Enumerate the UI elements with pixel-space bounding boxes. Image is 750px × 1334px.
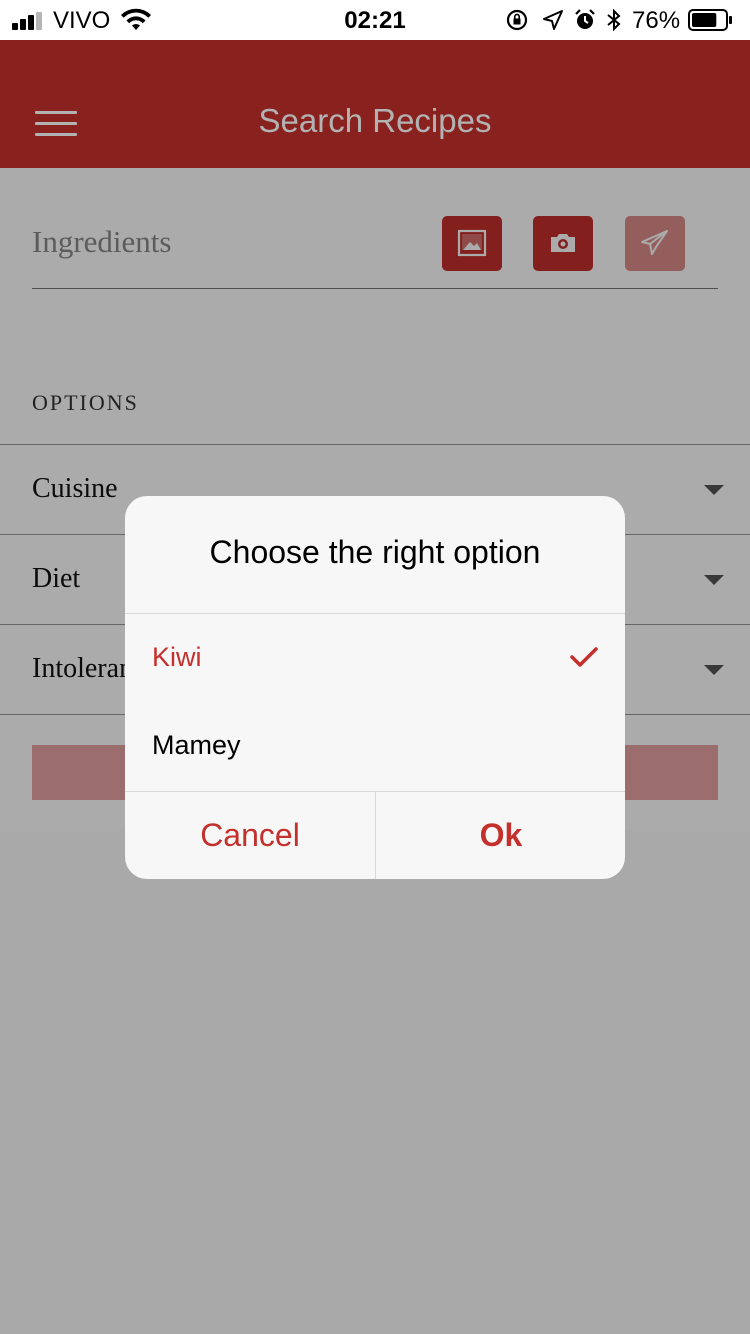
cancel-button[interactable]: Cancel [125,792,375,879]
option-picker-dialog: Choose the right option Kiwi Mamey Cance… [125,496,625,879]
header-dim-overlay [0,40,750,168]
ok-button[interactable]: Ok [375,792,625,879]
battery-icon [688,9,732,31]
alarm-icon [575,9,595,29]
status-bar: VIVO 02:21 76% [0,0,750,40]
option-label: Mamey [152,730,241,760]
checkmark-icon [570,647,598,667]
bluetooth-icon [607,8,621,32]
option-kiwi[interactable]: Kiwi [125,614,625,702]
location-icon [543,10,563,30]
option-label: Kiwi [152,642,202,672]
dialog-title: Choose the right option [209,534,541,570]
orientation-lock-icon [506,9,528,31]
option-mamey[interactable]: Mamey [125,702,625,790]
battery-percent: 76% [632,7,681,34]
empty-area [0,830,750,1334]
